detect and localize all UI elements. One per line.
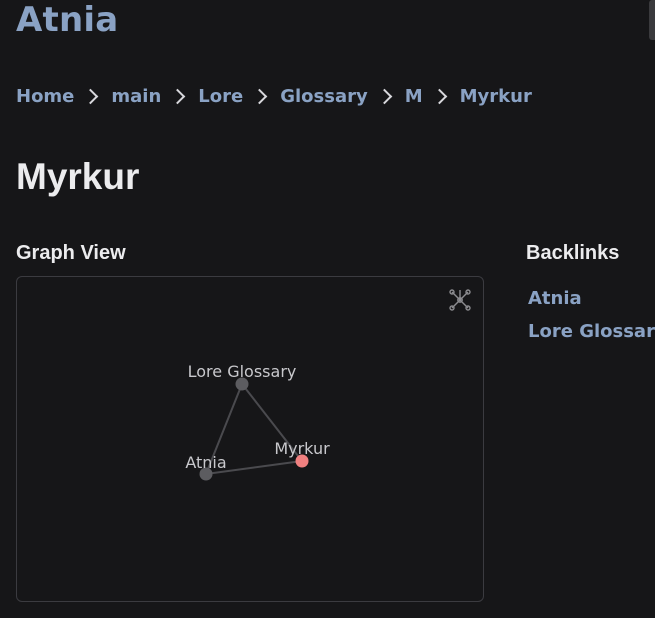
backlinks-heading: Backlinks xyxy=(526,242,620,264)
chevron-right-icon xyxy=(431,88,447,105)
chevron-right-icon xyxy=(251,88,268,105)
global-graph-icon xyxy=(449,289,471,311)
breadcrumb-current[interactable]: Myrkur xyxy=(460,86,532,107)
scrollbar-thumb[interactable] xyxy=(649,0,655,40)
backlink-item[interactable]: Lore Glossary xyxy=(528,315,655,348)
graph-node-label-atnia: Atnia xyxy=(185,453,226,472)
breadcrumb-glossary[interactable]: Glossary xyxy=(280,86,368,107)
backlink-item[interactable]: Atnia xyxy=(528,282,655,315)
graph-view-heading: Graph View xyxy=(16,242,126,264)
chevron-right-icon xyxy=(83,88,99,105)
site-title[interactable]: Atnia xyxy=(16,0,118,40)
breadcrumb: Home main Lore Glossary M Myrkur xyxy=(16,86,532,107)
graph-canvas[interactable]: Lore Glossary Atnia Myrkur xyxy=(17,277,483,601)
breadcrumb-main[interactable]: main xyxy=(111,86,161,107)
page: Atnia Home main Lore Glossary M Myrkur M… xyxy=(0,0,655,618)
backlinks-list: Atnia Lore Glossary xyxy=(528,282,655,348)
breadcrumb-m[interactable]: M xyxy=(405,86,423,107)
page-title: Myrkur xyxy=(16,156,140,197)
breadcrumb-lore[interactable]: Lore xyxy=(198,86,243,107)
global-graph-button[interactable] xyxy=(447,287,473,313)
graph-node-label-lore-glossary: Lore Glossary xyxy=(188,362,297,381)
breadcrumb-home[interactable]: Home xyxy=(16,86,74,107)
chevron-right-icon xyxy=(376,88,392,105)
graph-nodes: Lore Glossary Atnia Myrkur xyxy=(185,362,330,481)
chevron-right-icon xyxy=(170,88,186,105)
graph-view[interactable]: Lore Glossary Atnia Myrkur xyxy=(16,276,484,602)
graph-node-label-myrkur: Myrkur xyxy=(274,439,330,458)
